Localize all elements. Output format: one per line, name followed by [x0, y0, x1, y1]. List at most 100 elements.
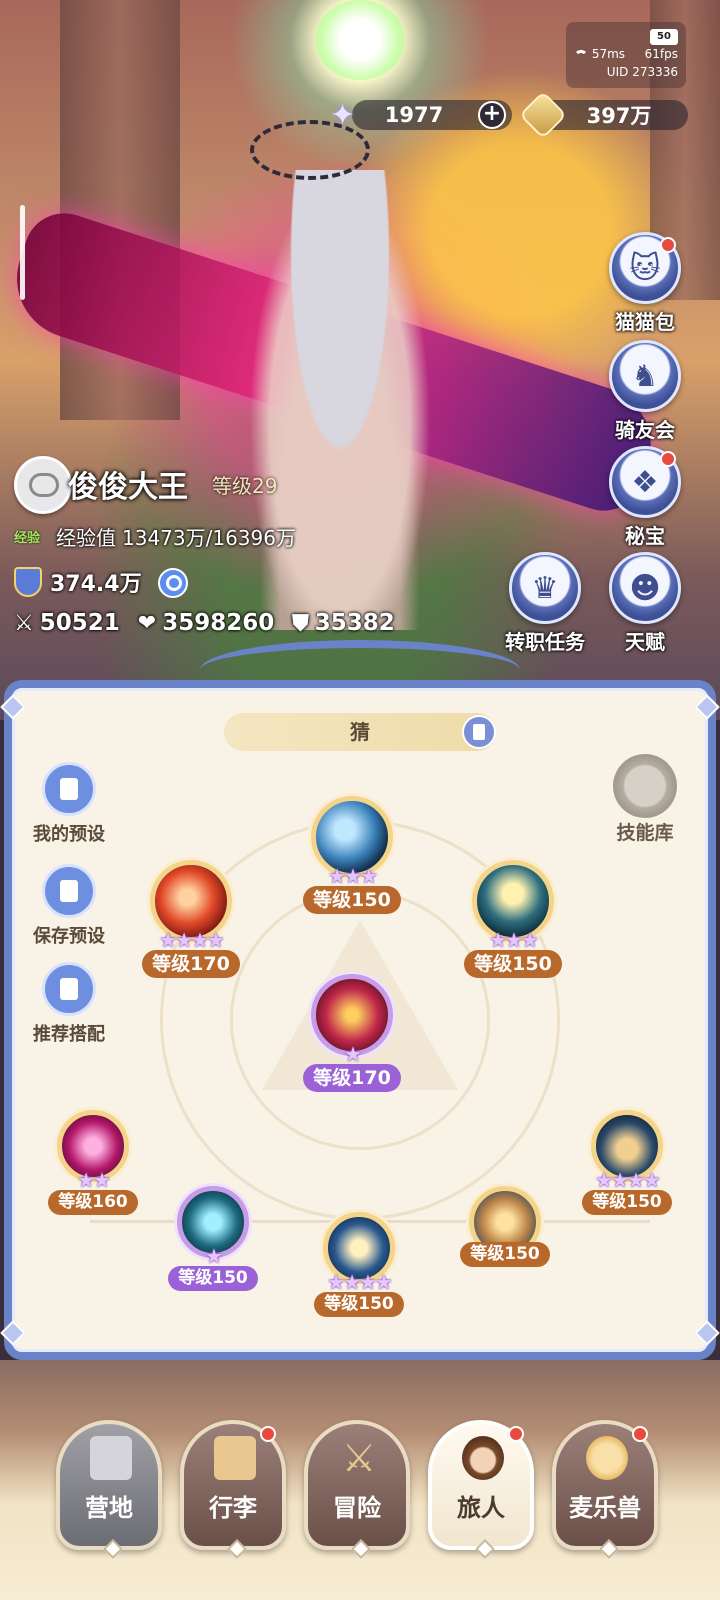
my-presets-button[interactable]: 我的预设: [24, 762, 114, 846]
hero-character[interactable]: [245, 170, 435, 630]
side-menu-cat-bag[interactable]: 🐱 猫猫包: [600, 232, 690, 335]
backpack-icon: [214, 1436, 256, 1480]
battery-icon: 50: [650, 29, 678, 45]
notification-dot: [260, 1426, 276, 1442]
horse-icon: ♞: [609, 340, 681, 412]
crossed-swords-icon: ⚔: [14, 610, 34, 636]
combat-power: 374.4万: [50, 572, 142, 597]
attack-value: 50521: [39, 610, 120, 636]
side-menu-label: 天赋: [625, 630, 665, 654]
skill-level-badge: 等级150: [464, 950, 562, 978]
skill-slot-bottom-5[interactable]: ★★★★ 等级150: [572, 1110, 682, 1215]
skill-slot-center[interactable]: ★ 等级170: [297, 974, 407, 1092]
moon-sparkle-icon: [613, 754, 677, 818]
crossed-swords-icon: ⚔: [341, 1436, 377, 1480]
defense-value: 35382: [314, 610, 395, 636]
traveler-avatar-icon: [462, 1436, 504, 1480]
brain-head-icon: ☻: [609, 552, 681, 624]
save-floppy-icon: [42, 864, 96, 918]
ping-value: 57ms: [591, 47, 626, 61]
skill-stars: ★★★★: [595, 1168, 661, 1192]
skill-library-button[interactable]: 技能库: [600, 754, 690, 845]
job-quest-label: 转职任务: [505, 630, 585, 654]
attack-stat: ⚔ 50521: [14, 610, 120, 636]
nav-label: 旅人: [457, 1494, 505, 1522]
shield-icon: ⛊: [292, 610, 309, 636]
exp-line: 经验值 13473万/16396万: [56, 522, 296, 551]
nav-tab-pet[interactable]: 麦乐兽: [552, 1420, 658, 1559]
staff-glow: [315, 0, 405, 80]
notification-dot: [632, 1426, 648, 1442]
skill-level-badge: 等级150: [303, 886, 401, 914]
treasure-chest-icon: ❖: [609, 446, 681, 518]
skill-stars: ★★: [77, 1168, 111, 1192]
chat-button[interactable]: [14, 456, 72, 514]
skill-stars: ★: [344, 1042, 362, 1066]
skill-stars: ★★★★: [327, 1270, 393, 1294]
player-name[interactable]: 俊俊大王: [68, 462, 188, 506]
skill-level-badge: 等级150: [460, 1242, 550, 1267]
skill-level-badge: 等级150: [582, 1190, 672, 1215]
side-menu-label: 骑友会: [615, 418, 675, 442]
side-menu-treasure[interactable]: ❖ 秘宝: [600, 446, 690, 549]
skill-stars: ★: [205, 1244, 223, 1268]
skill-slot-upper-left[interactable]: ★★★★ 等级170: [136, 860, 246, 978]
recommended-build-button[interactable]: 推荐搭配: [24, 962, 114, 1046]
skill-library-label: 技能库: [616, 822, 674, 844]
power-shield-icon: [14, 567, 42, 597]
power-detail-search-button[interactable]: [158, 568, 188, 598]
skill-slot-bottom-1[interactable]: ★★ 等级160: [38, 1110, 148, 1215]
notification-dot: [508, 1426, 524, 1442]
side-menu-label: 秘宝: [625, 524, 665, 548]
job-change-quest-button[interactable]: ♛ 转职任务: [490, 552, 600, 655]
skill-slot-top[interactable]: ★★★ 等级150: [297, 796, 407, 914]
crown-quest-icon: ♛: [509, 552, 581, 624]
tool-label: 我的预设: [33, 824, 105, 845]
nav-label: 冒险: [333, 1494, 381, 1522]
skill-stars: ★★★★: [159, 928, 225, 952]
nav-tab-traveler[interactable]: 旅人: [428, 1420, 534, 1559]
skill-slot-bottom-3[interactable]: ★★★★ 等级150: [304, 1212, 414, 1317]
player-level: 等级29: [212, 474, 278, 498]
skill-slot-bottom-2[interactable]: ★ 等级150: [158, 1186, 268, 1291]
skill-stars: ★★★: [328, 864, 378, 888]
side-menu-rider-club[interactable]: ♞ 骑友会: [600, 340, 690, 443]
nav-tab-camp[interactable]: 营地: [56, 1420, 162, 1559]
nav-label: 麦乐兽: [569, 1494, 641, 1522]
uid-value: 273336: [632, 65, 678, 79]
fps-value: 61fps: [644, 47, 678, 61]
gem-amount: 1977: [384, 103, 444, 127]
skill-level-badge: 等级160: [48, 1190, 138, 1215]
gem-star-icon: ✦: [330, 98, 356, 133]
skill-slot-bottom-4[interactable]: 等级150: [450, 1186, 560, 1267]
tool-label: 保存预设: [33, 926, 105, 947]
recommend-icon: [42, 962, 96, 1016]
add-gems-button[interactable]: +: [478, 101, 506, 129]
skill-level-badge: 等级150: [168, 1266, 258, 1291]
uid-label: UID: [606, 65, 629, 79]
nav-label: 行李: [209, 1494, 257, 1522]
side-menu-label: 猫猫包: [615, 310, 675, 334]
side-menu-talent[interactable]: ☻ 天赋: [600, 552, 690, 655]
skill-stars: ★★★: [489, 928, 539, 952]
save-preset-button[interactable]: 保存预设: [24, 864, 114, 948]
chat-bubble-icon: [29, 473, 59, 497]
network-status-box: 50 57ms 61fps UID 273336: [566, 22, 686, 88]
cat-bag-icon: 🐱: [609, 232, 681, 304]
nav-tab-luggage[interactable]: 行李: [180, 1420, 286, 1559]
skill-level-badge: 等级170: [303, 1064, 401, 1092]
skill-level-badge: 等级150: [314, 1292, 404, 1317]
defense-stat: ⛊ 35382: [292, 610, 395, 636]
nav-tab-adventure[interactable]: ⚔ 冒险: [304, 1420, 410, 1559]
preset-cards-icon: [42, 762, 96, 816]
castle-icon: [90, 1436, 132, 1480]
notification-dot: [660, 237, 676, 253]
wifi-icon: [574, 49, 588, 60]
hp-stat: ❤ 3598260: [138, 610, 274, 636]
tool-label: 推荐搭配: [33, 1024, 105, 1045]
hp-value: 3598260: [162, 610, 275, 636]
stats-row: ⚔ 50521 ❤ 3598260 ⛊ 35382: [14, 610, 395, 636]
scene-scroll-indicator: [20, 205, 25, 300]
skill-slot-upper-right[interactable]: ★★★ 等级150: [458, 860, 568, 978]
pet-info-book-icon[interactable]: [462, 715, 496, 749]
